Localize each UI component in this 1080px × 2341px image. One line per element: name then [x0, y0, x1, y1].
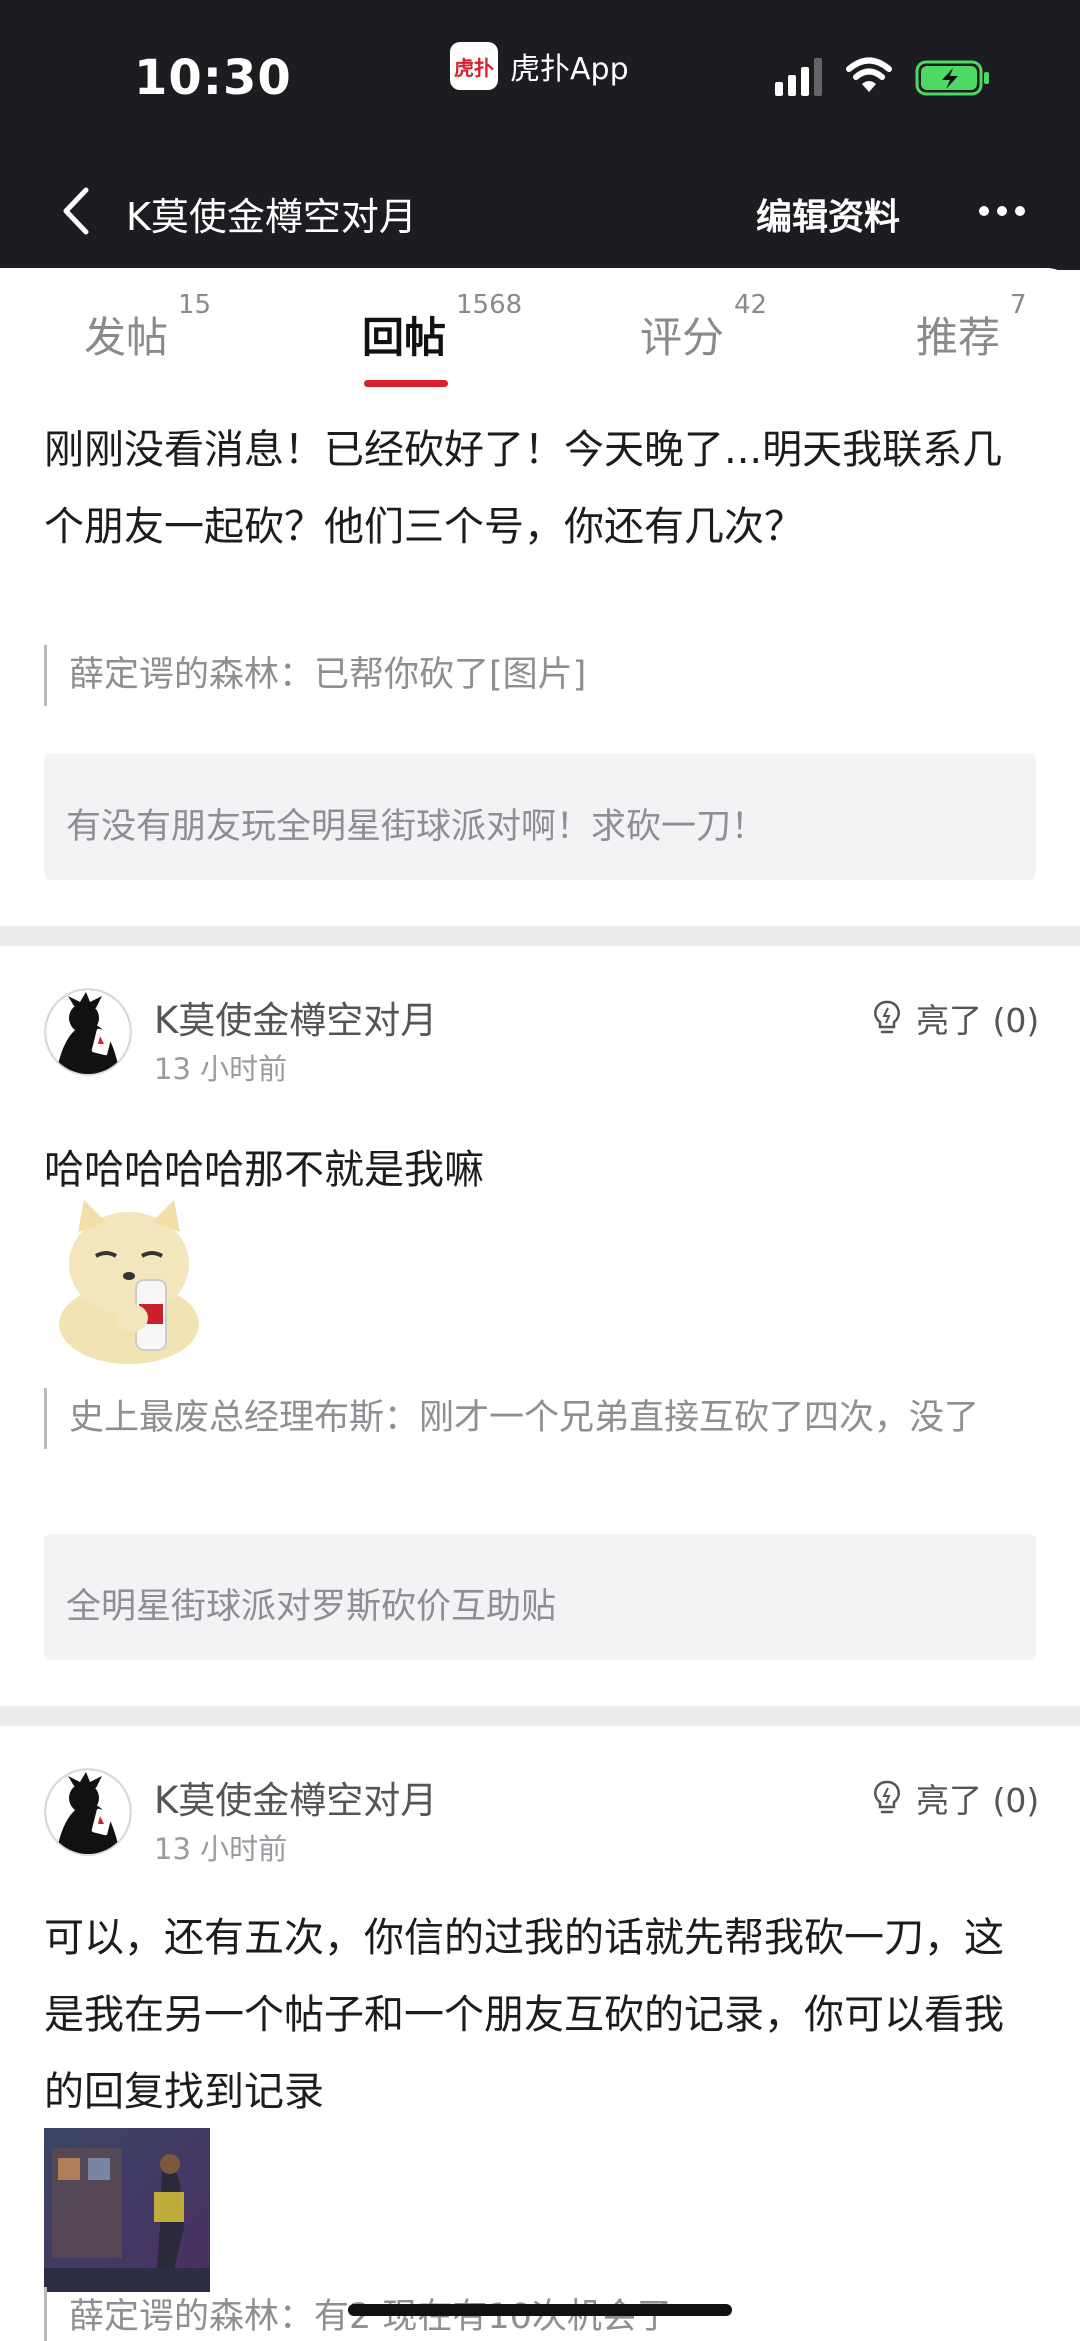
reply-text: 可以，还有五次，你信的过我的话就先帮我砍一刀，这是我在另一个帖子和一个朋友互砍的…: [44, 1915, 1004, 2115]
app-name: 虎扑App: [510, 52, 629, 87]
like-label: 亮了 (0): [916, 1001, 1040, 1040]
tab-ratings-count: 42: [734, 290, 768, 320]
page-title: K莫使金樽空对月: [126, 195, 417, 239]
like-label: 亮了 (0): [916, 1781, 1040, 1820]
username[interactable]: K莫使金樽空对月: [154, 990, 437, 1044]
tab-posts[interactable]: 发帖 15: [84, 290, 211, 365]
nav-bar: K莫使金樽空对月 编辑资料: [0, 160, 1080, 270]
quoted-comment: 薛定谔的森林：已帮你砍了[图片]: [44, 645, 1029, 706]
reply-text: 刚刚没看消息！已经砍好了！今天晚了...明天我联系几个朋友一起砍？他们三个号，你…: [44, 427, 1003, 550]
quoted-comment: 史上最废总经理布斯：刚才一个兄弟直接互砍了四次，没了: [44, 1388, 989, 1449]
lightbulb-icon: [874, 1000, 900, 1034]
battery-icon: [915, 60, 989, 96]
username[interactable]: K莫使金樽空对月: [154, 1770, 437, 1824]
status-time: 10:30: [134, 50, 292, 106]
tab-recommend-count: 7: [1010, 290, 1027, 320]
light-up-button[interactable]: 亮了 (0): [872, 994, 1039, 1042]
back-arrow-icon[interactable]: [58, 184, 94, 238]
lightbulb-icon: [874, 1780, 900, 1814]
edit-profile-button[interactable]: 编辑资料: [756, 188, 900, 240]
thread-link[interactable]: 全明星街球派对罗斯砍价互助贴: [44, 1534, 1036, 1660]
home-indicator: [348, 2304, 732, 2316]
game-screenshot-image[interactable]: [44, 2128, 210, 2292]
tab-posts-count: 15: [178, 290, 212, 320]
tab-recommend[interactable]: 推荐 7: [916, 290, 1027, 365]
thread-link[interactable]: 有没有朋友玩全明星街球派对啊！求砍一刀！: [44, 754, 1036, 880]
content-sheet: 发帖 15 回帖 1568 评分 42 推荐 7 刚刚没看消息！已经砍好了！今天晚了..…: [0, 268, 1080, 2341]
light-up-button[interactable]: 亮了 (0): [872, 1774, 1039, 1822]
tab-ratings[interactable]: 评分 42: [640, 290, 767, 365]
sticker-image[interactable]: [44, 1194, 214, 1364]
timestamp: 13 小时前: [154, 1832, 288, 1866]
active-tab-indicator: [364, 380, 448, 387]
thread-title: 有没有朋友玩全明星街球派对啊！求砍一刀！: [66, 807, 767, 847]
tab-bar: 发帖 15 回帖 1568 评分 42 推荐 7: [0, 268, 1080, 398]
divider: [0, 926, 1080, 946]
avatar[interactable]: [44, 1768, 132, 1856]
thread-title: 全明星街球派对罗斯砍价互助贴: [66, 1587, 557, 1627]
tab-replies[interactable]: 回帖 1568: [362, 290, 522, 365]
tab-replies-count: 1568: [456, 290, 523, 320]
signal-icon: [775, 58, 822, 96]
timestamp: 13 小时前: [154, 1052, 288, 1086]
app-logo-icon: 虎扑: [450, 42, 498, 90]
divider: [0, 1706, 1080, 1726]
wifi-icon: [846, 57, 892, 92]
avatar[interactable]: [44, 988, 132, 1076]
app-badge: 虎扑 虎扑App: [450, 40, 629, 92]
more-icon[interactable]: [978, 204, 1026, 218]
